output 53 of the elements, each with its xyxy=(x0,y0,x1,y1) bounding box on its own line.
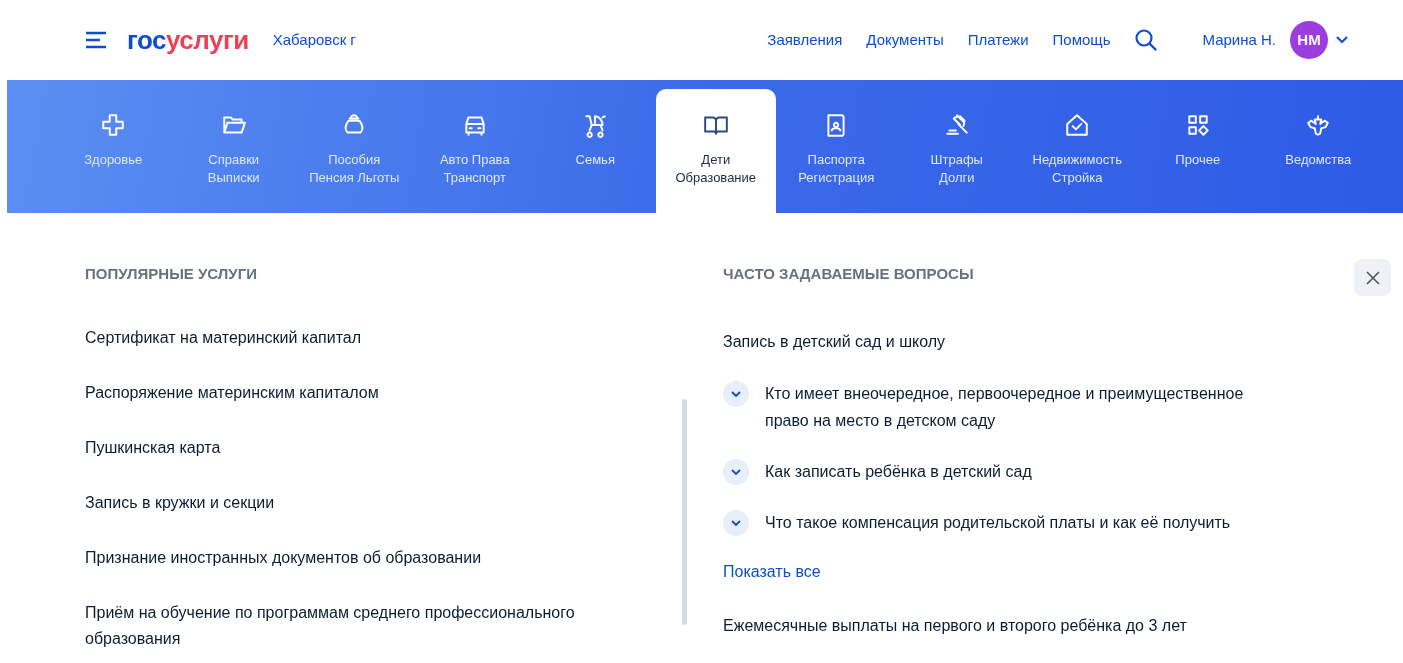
category-label: Штрафы Долги xyxy=(930,151,983,187)
faq-question[interactable]: Что такое компенсация родительской платы и как её получить xyxy=(765,508,1285,536)
faq-question[interactable]: Кто имеет внеочередное, первоочередное и преимущественное право на место в детском саду xyxy=(765,379,1285,434)
city-link[interactable]: Хабаровск г xyxy=(272,28,356,52)
category-label: Семья xyxy=(575,151,615,169)
category-label: Пособия Пенсия Льготы xyxy=(309,151,400,187)
chevron-down-icon[interactable] xyxy=(1336,36,1348,44)
category-label: Здоровье xyxy=(84,151,143,169)
health-icon xyxy=(100,112,127,138)
logo-text[interactable]: гос xyxy=(127,20,166,60)
category-label: Справки Выписки xyxy=(207,151,260,187)
show-all-link[interactable]: Показать все xyxy=(723,559,1323,584)
section-heading: ЧАСТО ЗАДАВАЕМЫЕ ВОПРОСЫ xyxy=(723,264,975,284)
category-label: Недвижимость Стройка xyxy=(1032,151,1122,187)
category-label: Паспорта Регистрация xyxy=(798,151,875,187)
close-icon xyxy=(1364,269,1381,286)
user-avatar[interactable]: НМ xyxy=(1290,21,1328,59)
category-tab[interactable]: Прочее xyxy=(1137,89,1258,213)
menu-icon[interactable] xyxy=(85,31,107,49)
search-icon[interactable] xyxy=(1134,28,1159,52)
category-tab[interactable]: Штрафы Долги xyxy=(896,89,1017,213)
category-tab[interactable]: Ведомства xyxy=(1258,89,1379,213)
stroller-icon xyxy=(582,112,609,138)
nav-link[interactable]: Помощь xyxy=(1052,28,1111,52)
logo-text[interactable]: услуги xyxy=(166,20,249,60)
category-label: Авто Права Транспорт xyxy=(439,151,510,187)
service-link[interactable]: Распоряжение материнским капиталом xyxy=(85,379,625,406)
category-label: Ведомства xyxy=(1285,151,1352,169)
category-tab[interactable]: Дети Образование xyxy=(655,89,776,213)
category-label: Прочее xyxy=(1175,151,1221,169)
scrollbar[interactable] xyxy=(682,399,687,625)
service-link[interactable]: Признание иностранных документов об образовании xyxy=(85,544,625,571)
category-tab[interactable]: Паспорта Регистрация xyxy=(776,89,897,213)
chevron-down-icon[interactable] xyxy=(723,458,749,485)
service-link[interactable]: Приём на обучение по программам среднего профессионального образования xyxy=(85,599,625,652)
nav-link[interactable]: Платежи xyxy=(967,28,1029,52)
user-name[interactable]: Марина Н. xyxy=(1202,28,1276,52)
service-link[interactable]: Запись в кружки и секции xyxy=(85,489,625,516)
house-icon xyxy=(1064,112,1091,138)
close-button[interactable] xyxy=(1354,259,1391,296)
category-tab[interactable]: Недвижимость Стройка xyxy=(1017,89,1138,213)
nav-link[interactable]: Документы xyxy=(866,28,944,52)
category-tab[interactable]: Семья xyxy=(535,89,656,213)
service-link[interactable]: Пушкинская карта xyxy=(85,434,625,461)
faq-group-title[interactable]: Ежемесячные выплаты на первого и второго ребёнка до 3 лет xyxy=(723,613,1323,638)
nav-link[interactable]: Заявления xyxy=(767,28,843,52)
chevron-down-icon[interactable] xyxy=(723,380,749,407)
chevron-down-icon[interactable] xyxy=(723,509,749,536)
faq-question[interactable]: Как записать ребёнка в детский сад xyxy=(765,457,1285,485)
section-heading: ПОПУЛЯРНЫЕ УСЛУГИ xyxy=(85,264,258,284)
faq-group-title[interactable]: Запись в детский сад и школу xyxy=(723,329,1323,354)
category-label: Дети Образование xyxy=(675,151,757,187)
service-link[interactable]: Сертификат на материнский капитал xyxy=(85,324,625,351)
